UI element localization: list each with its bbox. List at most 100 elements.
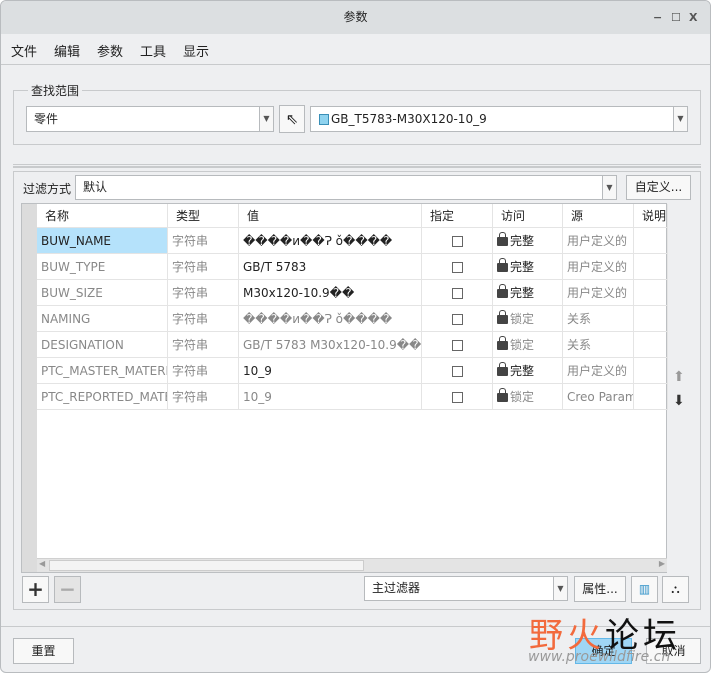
filter-select[interactable]: 默认 ▼: [75, 175, 617, 200]
access-value: 完整: [510, 234, 535, 248]
move-down-icon[interactable]: ⬇: [673, 393, 685, 409]
cell-name[interactable]: BUW_NAME: [37, 228, 168, 254]
cell-name[interactable]: PTC_REPORTED_MATERIAL: [37, 384, 168, 410]
cell-type[interactable]: 字符串: [168, 358, 239, 384]
cell-name[interactable]: NAMING: [37, 306, 168, 332]
cell-desc[interactable]: [634, 228, 668, 254]
cell-value[interactable]: 10_9: [239, 384, 422, 410]
cell-name[interactable]: BUW_SIZE: [37, 280, 168, 306]
cell-value[interactable]: ����и��Ɂ ǒ����: [239, 306, 422, 332]
add-parameter-button[interactable]: +: [22, 576, 49, 603]
find-button[interactable]: ⛬: [662, 576, 689, 603]
cell-desc[interactable]: [634, 384, 668, 410]
cell-access[interactable]: 完整: [493, 254, 563, 280]
cell-assign[interactable]: [422, 280, 493, 306]
cell-desc[interactable]: [634, 254, 668, 280]
cell-assign[interactable]: [422, 384, 493, 410]
assign-checkbox[interactable]: [451, 366, 463, 377]
cell-value[interactable]: GB/T 5783: [239, 254, 422, 280]
cell-value[interactable]: ����и��Ɂ ǒ����: [239, 228, 422, 254]
cell-source[interactable]: 用户定义的: [563, 358, 634, 384]
cell-source[interactable]: Creo Parametric: [563, 384, 634, 410]
assign-checkbox[interactable]: [451, 392, 463, 403]
cell-type[interactable]: 字符串: [168, 306, 239, 332]
cell-type[interactable]: 字符串: [168, 384, 239, 410]
reset-button[interactable]: 重置: [13, 638, 74, 664]
cell-type[interactable]: 字符串: [168, 280, 239, 306]
cell-desc[interactable]: [634, 332, 668, 358]
assign-checkbox[interactable]: [451, 236, 463, 247]
select-pointer-button[interactable]: ⇖: [279, 105, 305, 133]
cell-value[interactable]: 10_9: [239, 358, 422, 384]
cell-assign[interactable]: [422, 228, 493, 254]
menu-parameters[interactable]: 参数: [97, 41, 123, 60]
cell-access[interactable]: 完整: [493, 358, 563, 384]
cell-type[interactable]: 字符串: [168, 332, 239, 358]
cell-access[interactable]: 锁定: [493, 306, 563, 332]
customize-button[interactable]: 自定义...: [626, 175, 691, 200]
column-header-value[interactable]: 值: [239, 204, 422, 228]
column-header-type[interactable]: 类型: [168, 204, 239, 228]
assign-checkbox[interactable]: [451, 262, 463, 273]
cell-source[interactable]: 用户定义的: [563, 254, 634, 280]
maximize-button[interactable]: ☐: [671, 1, 681, 34]
cell-access[interactable]: 完整: [493, 228, 563, 254]
cell-type[interactable]: 字符串: [168, 228, 239, 254]
cell-assign[interactable]: [422, 254, 493, 280]
close-button[interactable]: X: [689, 1, 697, 34]
cell-assign[interactable]: [422, 358, 493, 384]
cell-name[interactable]: DESIGNATION: [37, 332, 168, 358]
assign-checkbox[interactable]: [451, 314, 463, 325]
scope-type-select[interactable]: 零件 ▼: [26, 106, 274, 132]
cell-value[interactable]: GB/T 5783 M30x120-10.9��: [239, 332, 422, 358]
access-value: 完整: [510, 260, 535, 274]
access-value: 锁定: [510, 390, 535, 404]
watermark-url: www.proewildfire.cn: [528, 649, 671, 665]
cell-assign[interactable]: [422, 332, 493, 358]
minimize-button[interactable]: −: [653, 1, 662, 34]
column-header-assign[interactable]: 指定: [422, 204, 493, 228]
cell-desc[interactable]: [634, 306, 668, 332]
cell-access[interactable]: 锁定: [493, 384, 563, 410]
model-value: GB_T5783-M30X120-10_9: [331, 112, 487, 126]
model-select[interactable]: GB_T5783-M30X120-10_9 ▼: [310, 106, 688, 132]
unlock-icon: [497, 284, 508, 298]
main-filter-select[interactable]: 主过滤器 ▼: [364, 576, 568, 601]
menu-display[interactable]: 显示: [183, 41, 209, 60]
unlock-icon: [497, 258, 508, 272]
cell-type[interactable]: 字符串: [168, 254, 239, 280]
cell-source[interactable]: 用户定义的: [563, 228, 634, 254]
cell-access[interactable]: 完整: [493, 280, 563, 306]
cell-assign[interactable]: [422, 306, 493, 332]
cell-source[interactable]: 用户定义的: [563, 280, 634, 306]
columns-button[interactable]: ▥: [631, 576, 658, 603]
move-up-icon[interactable]: ⬆: [673, 369, 685, 385]
cell-access[interactable]: 锁定: [493, 332, 563, 358]
properties-button[interactable]: 属性...: [574, 576, 626, 602]
menu-file[interactable]: 文件: [11, 41, 37, 60]
column-header-desc[interactable]: 说明: [634, 204, 668, 228]
cell-desc[interactable]: [634, 280, 668, 306]
main-filter-value: 主过滤器: [372, 581, 421, 595]
menu-edit[interactable]: 编辑: [54, 41, 80, 60]
horizontal-scrollbar[interactable]: ◀ ▶: [37, 558, 667, 572]
cell-name[interactable]: BUW_TYPE: [37, 254, 168, 280]
column-header-name[interactable]: 名称: [37, 204, 168, 228]
scroll-thumb[interactable]: [49, 560, 364, 571]
assign-checkbox[interactable]: [451, 340, 463, 351]
cell-source[interactable]: 关系: [563, 306, 634, 332]
parameters-dialog: 参数 − ☐ X 文件 编辑 参数 工具 显示 查找范围 零件 ▼ ⇖ GB_T5…: [0, 0, 711, 673]
assign-checkbox[interactable]: [451, 288, 463, 299]
cell-name[interactable]: PTC_MASTER_MATERIAL: [37, 358, 168, 384]
cell-source[interactable]: 关系: [563, 332, 634, 358]
cell-desc[interactable]: [634, 358, 668, 384]
column-header-access[interactable]: 访问: [493, 204, 563, 228]
row-header-gutter: [22, 204, 37, 572]
table-columns-icon: ▥: [638, 582, 651, 596]
cell-value[interactable]: M30x120-10.9��: [239, 280, 422, 306]
column-header-source[interactable]: 源: [563, 204, 634, 228]
menu-tools[interactable]: 工具: [140, 41, 166, 60]
remove-parameter-button[interactable]: −: [54, 576, 81, 603]
chevron-down-icon: ▼: [553, 577, 567, 600]
access-value: 锁定: [510, 312, 535, 326]
